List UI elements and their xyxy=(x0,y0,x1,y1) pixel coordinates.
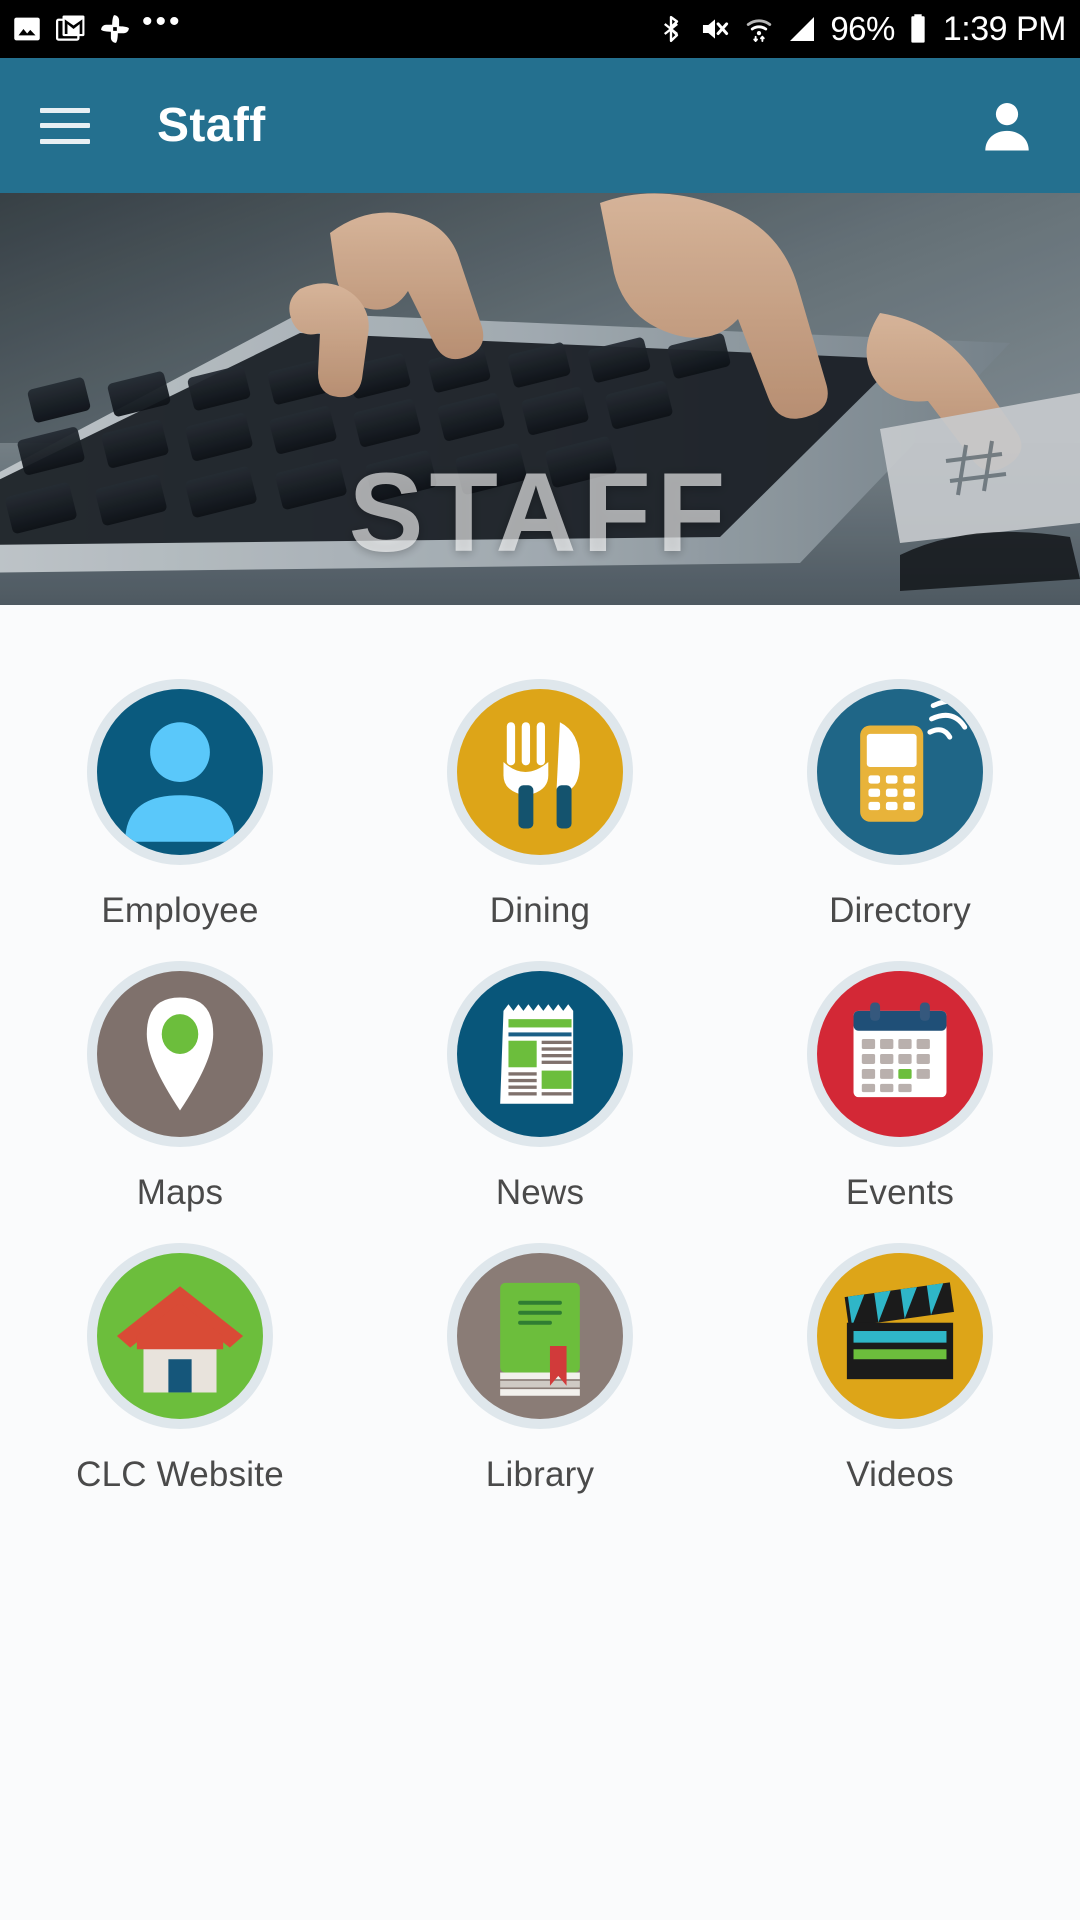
tile-label: Maps xyxy=(136,1173,224,1212)
app-root: ••• 96% 1:39 PM Staff STAFF Employee Din… xyxy=(0,0,1080,1920)
grid-tile-directory[interactable]: Directory xyxy=(720,679,1080,961)
status-bar-notifications: ••• xyxy=(10,5,183,46)
badge-circle xyxy=(817,971,983,1137)
grid-tile-maps[interactable]: Maps xyxy=(0,961,360,1243)
photo-icon xyxy=(14,17,40,41)
book-icon xyxy=(500,1282,580,1396)
badge-circle xyxy=(457,1253,623,1419)
tile-label: CLC Website xyxy=(76,1455,284,1494)
badge-ring xyxy=(87,961,273,1147)
badge-circle xyxy=(97,971,263,1137)
badge-ring xyxy=(87,1243,273,1429)
volume-mute-icon xyxy=(703,19,729,39)
badge-circle xyxy=(817,1253,983,1419)
grid-tile-news[interactable]: News xyxy=(360,961,720,1243)
more-notifications-icon: ••• xyxy=(142,5,183,38)
badge-circle xyxy=(97,1253,263,1419)
mobile-phone-icon xyxy=(860,698,981,822)
google-photos-icon xyxy=(101,15,129,43)
grid-tile-dining[interactable]: Dining xyxy=(360,679,720,961)
badge-ring xyxy=(447,679,633,865)
grid-tile-library[interactable]: Library xyxy=(360,1243,720,1525)
tile-label: Videos xyxy=(846,1455,954,1494)
tile-label: Employee xyxy=(101,891,259,930)
tile-label: News xyxy=(495,1173,585,1212)
badge-ring xyxy=(807,961,993,1147)
page-title: Staff xyxy=(157,99,266,152)
tile-label: Dining xyxy=(489,891,591,930)
badge-ring xyxy=(87,679,273,865)
house-home-icon xyxy=(116,1286,244,1393)
status-bar: ••• 96% 1:39 PM xyxy=(0,0,1080,58)
tile-label: Library xyxy=(485,1455,595,1494)
status-bar-system: 96% 1:39 PM xyxy=(656,9,1067,49)
fork-knife-icon xyxy=(503,722,580,829)
badge-ring xyxy=(807,1243,993,1429)
map-pin-icon xyxy=(146,997,214,1111)
badge-circle xyxy=(457,971,623,1137)
newspaper-icon xyxy=(500,1004,574,1104)
badge-ring xyxy=(447,961,633,1147)
gmail-icon xyxy=(55,15,85,41)
grid-tile-events[interactable]: Events xyxy=(720,961,1080,1243)
cellular-signal-icon xyxy=(790,17,815,41)
battery-percentage: 96% xyxy=(830,10,895,47)
grid-tile-clc-website[interactable]: CLC Website xyxy=(0,1243,360,1525)
badge-circle xyxy=(457,689,623,855)
badge-circle xyxy=(97,689,263,855)
person-avatar-icon xyxy=(125,722,235,842)
hero-overlay-text: STAFF xyxy=(348,450,732,575)
tile-label: Events xyxy=(845,1173,955,1212)
badge-circle xyxy=(817,689,983,855)
account-person-icon[interactable] xyxy=(976,95,1038,157)
tile-label: Directory xyxy=(829,891,971,930)
status-bar-clock: 1:39 PM xyxy=(942,9,1067,48)
badge-ring xyxy=(447,1243,633,1429)
battery-icon xyxy=(911,14,925,43)
hero-banner: STAFF xyxy=(0,193,1080,605)
clapperboard-icon xyxy=(844,1282,954,1380)
badge-ring xyxy=(807,679,993,865)
grid-tile-videos[interactable]: Videos xyxy=(720,1243,1080,1525)
wifi-icon xyxy=(747,19,772,42)
grid-tile-employee[interactable]: Employee xyxy=(0,679,360,961)
hamburger-menu-icon[interactable] xyxy=(40,107,90,144)
bluetooth-icon xyxy=(664,15,679,43)
calendar-icon xyxy=(853,1002,947,1098)
app-bar: Staff xyxy=(0,58,1080,193)
feature-grid: Employee Dining Directory Maps News Even… xyxy=(0,605,1080,1525)
